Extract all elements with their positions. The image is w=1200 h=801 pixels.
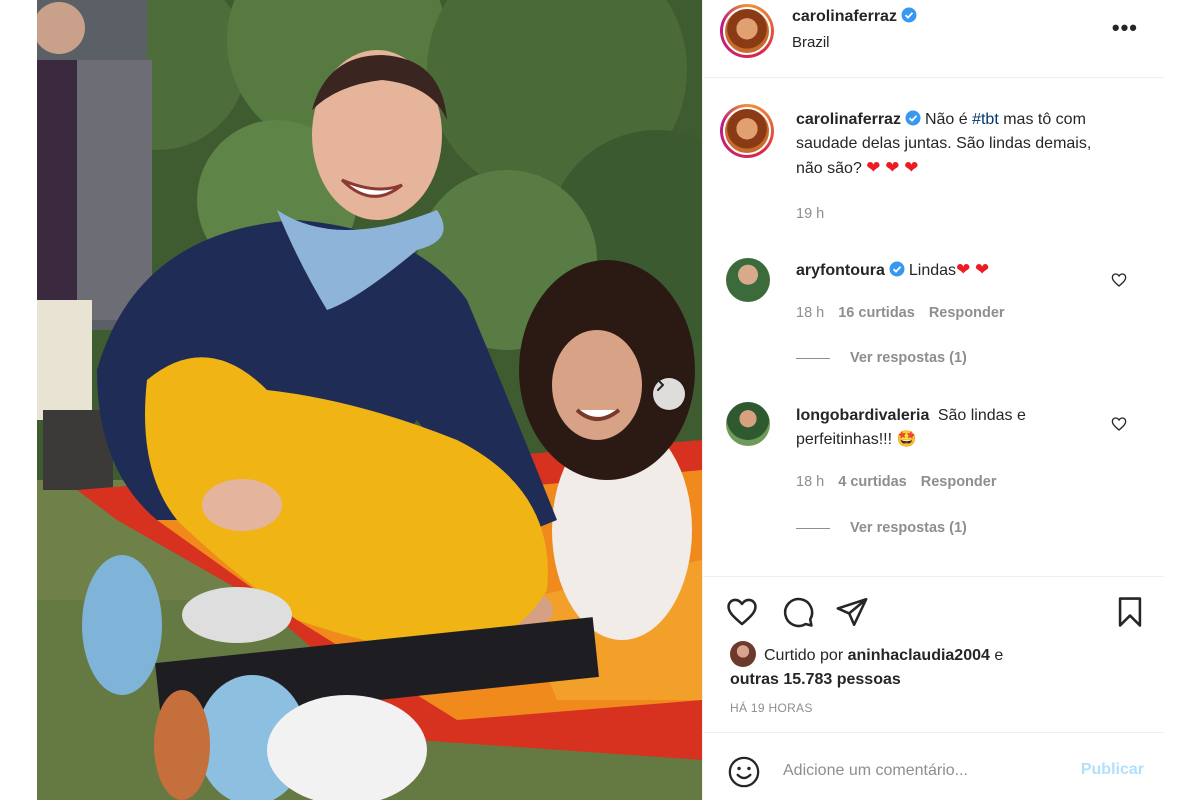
caption-username[interactable]: carolinaferraz [796,110,921,128]
comment-text: longobardivaleria São lindas e perfeitin… [796,404,1116,452]
verified-badge-icon [889,261,905,277]
replies-divider [796,357,830,359]
hashtag-link[interactable]: #tbt [972,111,999,128]
view-replies-label[interactable]: Ver respostas (1) [850,520,967,536]
chevron-right-icon [657,379,664,391]
caption-body-start: Não é [924,111,973,128]
view-replies-button[interactable]: Ver respostas (1) [796,520,967,536]
liker-username[interactable]: aninhaclaudia2004 [848,647,990,664]
comment-username[interactable]: longobardivaleria [796,407,929,424]
comment-time[interactable]: 18 h [796,474,824,490]
post-timestamp[interactable]: HÁ 19 HORAS [730,701,813,715]
comment-input[interactable] [781,755,1065,787]
author-avatar[interactable] [720,4,774,58]
comment-likes[interactable]: 4 curtidas [838,474,907,490]
verified-badge-icon [905,110,921,126]
commenter-avatar[interactable] [726,402,770,446]
view-replies-label[interactable]: Ver respostas (1) [850,350,967,366]
reply-button[interactable]: Responder [921,474,997,490]
liked-by-prefix: Curtido por [764,647,844,664]
next-photo-button[interactable] [653,378,685,410]
instagram-post: carolinaferraz Brazil ••• carolinaferraz… [37,0,1164,800]
caption-avatar[interactable] [720,104,774,158]
author-username[interactable]: carolinaferraz [792,7,917,26]
comment-meta: 18 h 4 curtidas Responder [796,474,1010,490]
reply-button[interactable]: Responder [929,305,1005,321]
post-photo[interactable] [37,0,702,800]
view-replies-button[interactable]: Ver respostas (1) [796,350,967,366]
post-header: carolinaferraz Brazil ••• [703,0,1164,78]
comment-likes[interactable]: 16 curtidas [838,305,915,321]
heart-emojis: ❤ ❤ ❤ [866,158,919,177]
bookmark-icon[interactable] [1113,595,1147,629]
comment-username-text[interactable]: aryfontoura [796,262,885,279]
replies-divider [796,527,830,529]
commenter-avatar[interactable] [726,258,770,302]
caption-username-text[interactable]: carolinaferraz [796,111,901,128]
caption-time[interactable]: 19 h [796,206,824,222]
post-side-panel: carolinaferraz Brazil ••• carolinaferraz… [702,0,1164,800]
comment-icon[interactable] [781,595,815,629]
heart-icon[interactable] [725,595,759,629]
comment-body: Lindas [908,262,957,279]
caption-text: carolinaferraz Não é #tbt mas tô com saud… [796,108,1116,181]
comment-like-heart-icon[interactable] [1111,416,1127,432]
liked-by-summary: Curtido por aninhaclaudia2004 e outras 1… [730,641,1003,692]
post-location[interactable]: Brazil [792,34,830,51]
more-options-button[interactable]: ••• [1111,15,1138,40]
smiley-icon[interactable] [727,755,761,789]
paper-plane-icon[interactable] [835,595,869,629]
post-actions: Curtido por aninhaclaudia2004 e outras 1… [703,576,1164,715]
add-comment-bar: Publicar [703,732,1164,801]
photo-illustration [37,0,702,800]
likes-count-link[interactable]: outras 15.783 pessoas [730,671,901,688]
author-username-text[interactable]: carolinaferraz [792,8,897,25]
comment-like-heart-icon[interactable] [1111,272,1127,288]
caption-meta: 19 h [796,206,838,222]
heart-emojis: ❤ ❤ [956,260,990,279]
comment-time[interactable]: 18 h [796,305,824,321]
star-struck-emoji: 🤩 [896,431,917,448]
more-horizontal-icon: ••• [1111,15,1138,40]
comment-meta: 18 h 16 curtidas Responder [796,305,1019,321]
publish-button[interactable]: Publicar [1081,761,1144,779]
comment-username[interactable]: aryfontoura [796,261,905,279]
comment-text: aryfontoura Lindas❤ ❤ [796,258,1116,283]
verified-badge-icon [901,7,917,23]
liker-avatar[interactable] [730,641,756,667]
liked-by-joiner: e [994,647,1004,664]
